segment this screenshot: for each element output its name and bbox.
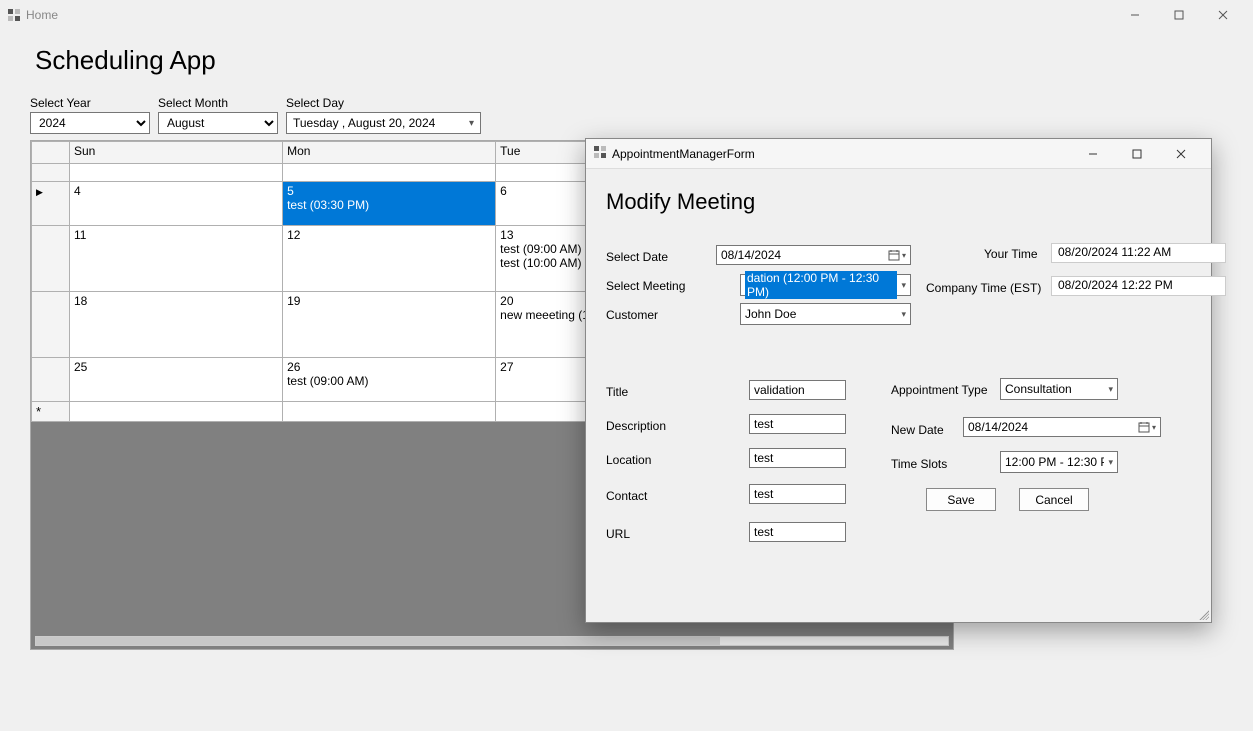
calendar-cell[interactable]: 25	[70, 358, 283, 402]
maximize-button[interactable]	[1157, 1, 1201, 29]
app-icon	[594, 146, 606, 161]
row-gutter	[32, 164, 70, 182]
appointment-type-dropdown[interactable]: Consultation ▾	[1000, 378, 1118, 400]
chevron-down-icon: ▾	[469, 118, 474, 129]
calendar-gutter-header	[32, 142, 70, 164]
calendar-cell[interactable]	[70, 402, 283, 422]
location-input[interactable]	[749, 448, 846, 468]
select-month-label: Select Month	[158, 96, 278, 110]
customer-label: Customer	[606, 308, 658, 322]
chevron-down-icon: ▾	[1104, 457, 1113, 468]
day-datepicker[interactable]: Tuesday , August 20, 2024 ▾	[286, 112, 481, 134]
select-meeting-label: Select Meeting	[606, 279, 685, 293]
save-button[interactable]: Save	[926, 488, 996, 511]
row-gutter	[32, 402, 70, 422]
horizontal-scrollbar[interactable]	[35, 635, 949, 647]
month-select[interactable]: August	[158, 112, 278, 134]
row-gutter	[32, 182, 70, 226]
dialog-titlebar[interactable]: AppointmentManagerForm	[586, 139, 1211, 169]
calendar-cell[interactable]: 4	[70, 182, 283, 226]
chevron-down-icon: ▾	[897, 309, 906, 320]
row-gutter	[32, 226, 70, 292]
calendar-cell[interactable]: 18	[70, 292, 283, 358]
location-label: Location	[606, 453, 651, 467]
description-label: Description	[606, 419, 666, 433]
calendar-cell[interactable]: 19	[283, 292, 496, 358]
calendar-cell[interactable]: 26test (09:00 AM)	[283, 358, 496, 402]
dialog-title: AppointmentManagerForm	[612, 147, 755, 161]
calendar-cell[interactable]	[283, 164, 496, 182]
url-label: URL	[606, 527, 630, 541]
company-time-label: Company Time (EST)	[926, 281, 1041, 295]
new-date-picker[interactable]: 08/14/2024 ▾	[963, 417, 1161, 437]
page-title: Scheduling App	[35, 45, 1253, 76]
chevron-down-icon: ▾	[897, 280, 906, 291]
your-time-label: Your Time	[984, 247, 1038, 261]
appointment-manager-dialog: AppointmentManagerForm Modify Meeting Se…	[585, 138, 1212, 623]
main-window-titlebar: Home	[0, 0, 1253, 30]
customer-dropdown[interactable]: John Doe ▾	[740, 303, 911, 325]
calendar-header-mon[interactable]: Mon	[283, 142, 496, 164]
contact-label: Contact	[606, 489, 647, 503]
minimize-button[interactable]	[1113, 1, 1157, 29]
time-slots-label: Time Slots	[891, 457, 947, 471]
resize-grip[interactable]	[1197, 608, 1209, 620]
row-gutter	[32, 358, 70, 402]
calendar-cell[interactable]	[70, 164, 283, 182]
company-time-value: 08/20/2024 12:22 PM	[1051, 276, 1226, 296]
select-year-label: Select Year	[30, 96, 150, 110]
time-slots-dropdown[interactable]: 12:00 PM - 12:30 PM ▾	[1000, 451, 1118, 473]
select-meeting-dropdown[interactable]: dation (12:00 PM - 12:30 PM) ▾	[740, 274, 911, 296]
cancel-button[interactable]: Cancel	[1019, 488, 1089, 511]
calendar-cell[interactable]: 12	[283, 226, 496, 292]
calendar-cell[interactable]: 5test (03:30 PM)	[283, 182, 496, 226]
dialog-maximize-button[interactable]	[1115, 140, 1159, 168]
url-input[interactable]	[749, 522, 846, 542]
select-day-label: Select Day	[286, 96, 481, 110]
description-input[interactable]	[749, 414, 846, 434]
year-select[interactable]: 2024	[30, 112, 150, 134]
appointment-type-label: Appointment Type	[891, 383, 988, 397]
title-input[interactable]	[749, 380, 846, 400]
close-button[interactable]	[1201, 1, 1245, 29]
select-date-picker[interactable]: 08/14/2024 ▾	[716, 245, 911, 265]
title-label: Title	[606, 385, 628, 399]
new-date-label: New Date	[891, 423, 944, 437]
dialog-minimize-button[interactable]	[1071, 140, 1115, 168]
app-icon	[8, 9, 20, 21]
calendar-cell[interactable]: 11	[70, 226, 283, 292]
calendar-header-sun[interactable]: Sun	[70, 142, 283, 164]
select-date-label: Select Date	[606, 250, 668, 264]
calendar-cell[interactable]	[283, 402, 496, 422]
row-gutter	[32, 292, 70, 358]
calendar-icon: ▾	[1138, 421, 1156, 433]
dialog-close-button[interactable]	[1159, 140, 1203, 168]
contact-input[interactable]	[749, 484, 846, 504]
chevron-down-icon: ▾	[1104, 384, 1113, 395]
window-title: Home	[26, 8, 58, 22]
your-time-value: 08/20/2024 11:22 AM	[1051, 243, 1226, 263]
calendar-icon: ▾	[888, 249, 906, 261]
dialog-heading: Modify Meeting	[606, 189, 1191, 215]
